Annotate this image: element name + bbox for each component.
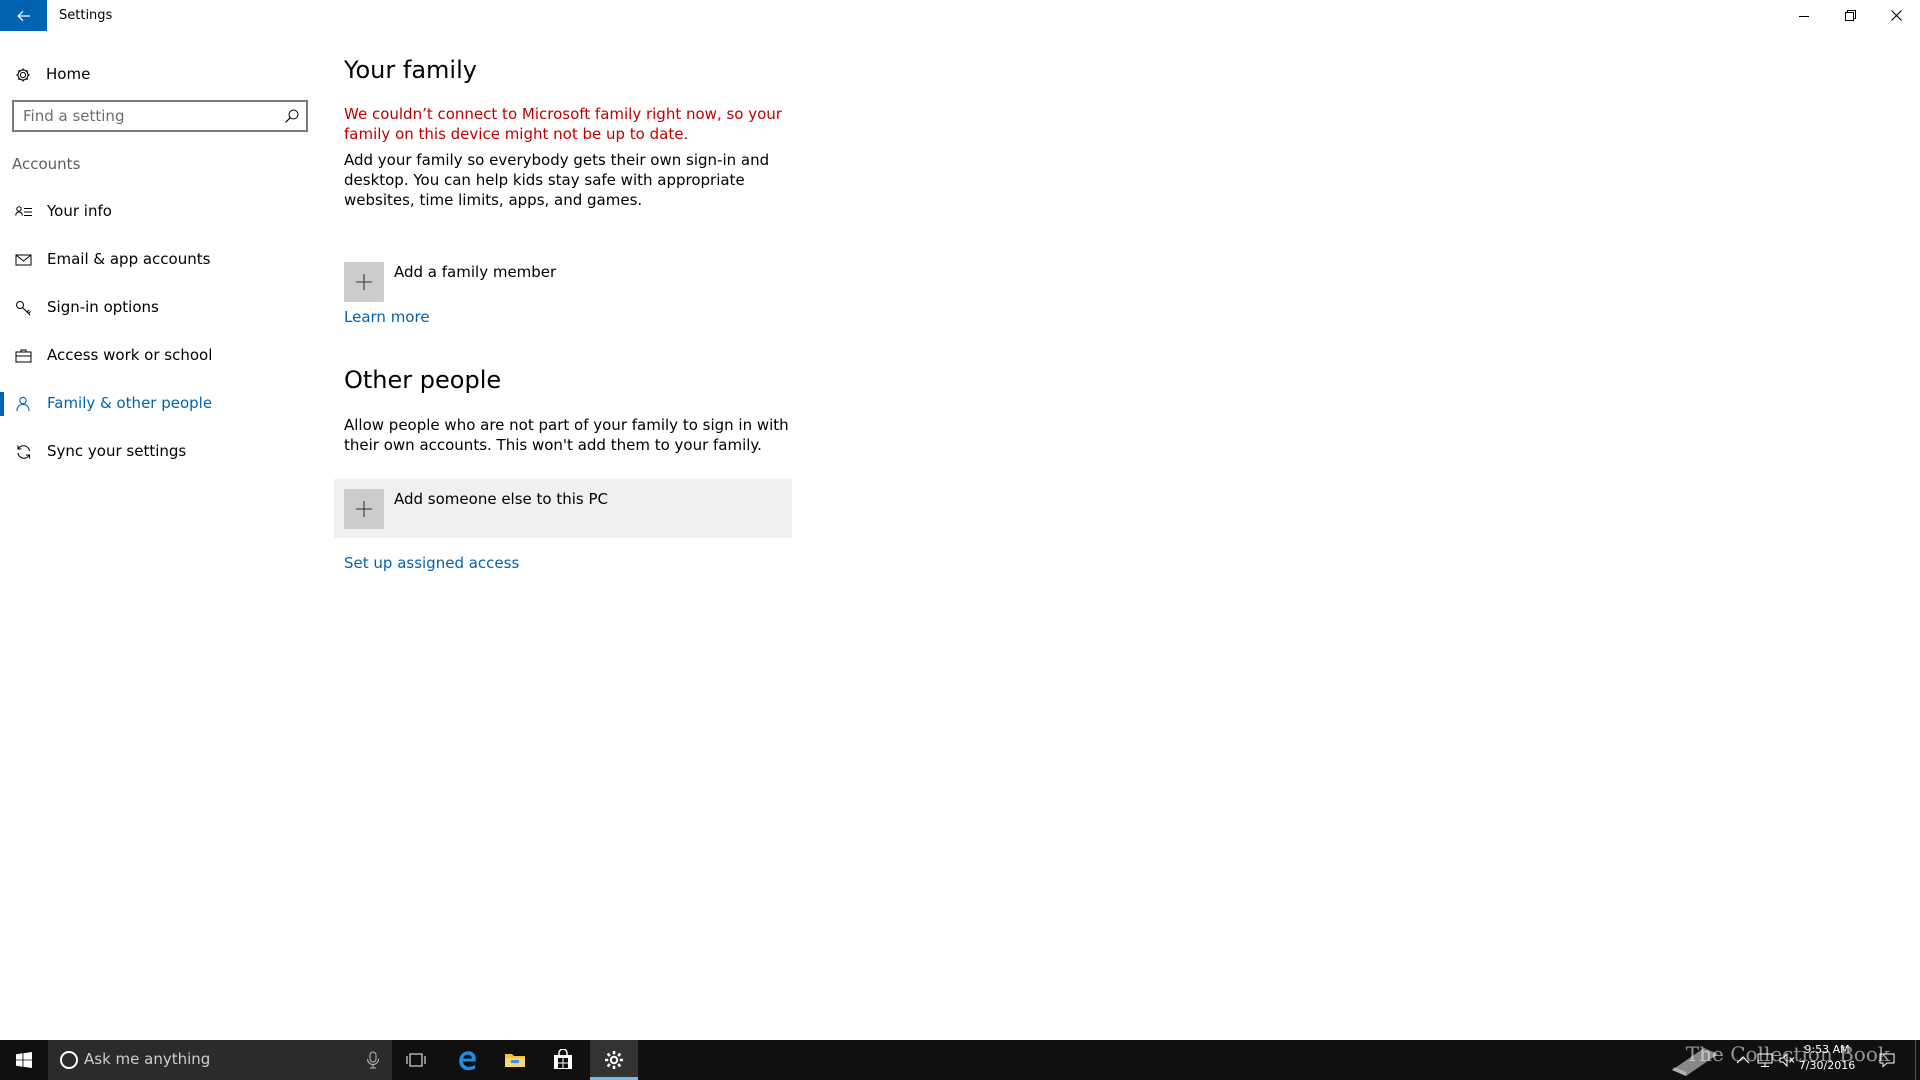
title-bar: Settings bbox=[0, 0, 1920, 39]
sidebar-item-label: Home bbox=[46, 65, 91, 83]
back-arrow-icon bbox=[16, 10, 30, 21]
task-view-button[interactable] bbox=[392, 1040, 440, 1080]
section-label: Accounts bbox=[12, 155, 81, 173]
start-button[interactable] bbox=[0, 1040, 48, 1080]
sidebar-item-email-app-accounts[interactable]: Email & app accounts bbox=[0, 240, 320, 280]
cortana-icon bbox=[60, 1051, 78, 1069]
sidebar-item-family-other-people[interactable]: Family & other people bbox=[0, 384, 320, 424]
windows-logo-icon bbox=[16, 1052, 32, 1068]
cortana-placeholder: Ask me anything bbox=[84, 1050, 211, 1068]
store-bag-icon bbox=[554, 1049, 572, 1069]
other-people-description: Allow people who are not part of your fa… bbox=[344, 416, 789, 454]
taskbar: Ask me anything The Collection Book 9:53… bbox=[0, 1040, 1920, 1080]
task-view-icon bbox=[406, 1053, 426, 1067]
back-button[interactable] bbox=[0, 0, 47, 31]
sidebar-item-sync-settings[interactable]: Sync your settings bbox=[0, 432, 320, 472]
sidebar-item-access-work-school[interactable]: Access work or school bbox=[0, 336, 320, 376]
settings-taskbar-button[interactable] bbox=[590, 1040, 638, 1080]
set-up-assigned-access-link[interactable]: Set up assigned access bbox=[344, 554, 519, 572]
show-desktop-button[interactable] bbox=[1915, 1040, 1916, 1080]
sidebar-item-label: Email & app accounts bbox=[47, 250, 211, 268]
gear-icon bbox=[605, 1051, 623, 1069]
sidebar-item-label: Sign-in options bbox=[47, 298, 159, 316]
action-center-icon[interactable] bbox=[1878, 1050, 1896, 1070]
add-someone-else-button[interactable]: Add someone else to this PC bbox=[334, 479, 792, 538]
sidebar-item-label: Sync your settings bbox=[47, 442, 187, 460]
search-box[interactable] bbox=[12, 100, 308, 132]
clock-date: 7/30/2016 bbox=[1798, 1059, 1856, 1072]
mail-icon bbox=[15, 254, 32, 266]
network-icon[interactable] bbox=[1756, 1050, 1774, 1070]
search-input[interactable] bbox=[14, 102, 276, 130]
main-content: Your family We couldn’t connect to Micro… bbox=[334, 39, 1844, 1040]
clock-time: 9:53 AM bbox=[1804, 1043, 1850, 1056]
learn-more-link[interactable]: Learn more bbox=[344, 308, 430, 326]
sidebar: Home Accounts Your info Email & app ac bbox=[0, 39, 320, 1040]
sidebar-item-label: Family & other people bbox=[47, 394, 213, 412]
your-family-heading: Your family bbox=[344, 56, 477, 84]
folder-icon bbox=[505, 1054, 525, 1067]
add-tile bbox=[344, 262, 384, 302]
gear-icon bbox=[16, 68, 30, 82]
file-explorer-button[interactable] bbox=[491, 1040, 539, 1080]
plus-icon bbox=[356, 274, 372, 290]
family-description: Add your family so everybody gets their … bbox=[344, 151, 770, 209]
close-button[interactable] bbox=[1873, 0, 1919, 31]
family-error-message: We couldn’t connect to Microsoft family … bbox=[344, 105, 782, 143]
selection-indicator bbox=[0, 392, 4, 416]
other-people-heading: Other people bbox=[344, 366, 502, 394]
sync-icon bbox=[17, 445, 31, 459]
cortana-search-box[interactable]: Ask me anything bbox=[48, 1040, 392, 1080]
close-icon bbox=[1890, 10, 1902, 21]
sidebar-item-sign-in-options[interactable]: Sign-in options bbox=[0, 288, 320, 328]
add-family-member-label: Add a family member bbox=[394, 263, 557, 281]
search-icon[interactable] bbox=[284, 108, 300, 124]
add-tile bbox=[344, 489, 384, 529]
minimize-icon bbox=[1799, 15, 1809, 17]
person-icon bbox=[16, 396, 30, 412]
window-title: Settings bbox=[59, 8, 113, 23]
chevron-up-icon[interactable] bbox=[1734, 1050, 1752, 1070]
briefcase-icon bbox=[15, 349, 32, 363]
key-icon bbox=[16, 301, 31, 316]
edge-button[interactable] bbox=[443, 1040, 491, 1080]
system-clock[interactable]: 9:53 AM 7/30/2016 bbox=[1792, 1042, 1862, 1074]
sidebar-item-label: Your info bbox=[47, 202, 112, 220]
sidebar-item-home[interactable]: Home bbox=[0, 55, 320, 95]
restore-icon bbox=[1844, 10, 1856, 21]
restore-button[interactable] bbox=[1827, 0, 1873, 31]
minimize-button[interactable] bbox=[1781, 0, 1827, 31]
store-button[interactable] bbox=[539, 1040, 587, 1080]
sidebar-item-label: Access work or school bbox=[47, 346, 213, 364]
microphone-icon[interactable] bbox=[366, 1050, 380, 1070]
settings-window: Settings Home Find a setting Accounts Yo… bbox=[0, 0, 1920, 1080]
sidebar-item-your-info[interactable]: Your info bbox=[0, 192, 320, 232]
add-someone-else-label: Add someone else to this PC bbox=[394, 490, 609, 508]
person-card-icon bbox=[15, 206, 32, 216]
edge-browser-icon bbox=[459, 1051, 476, 1071]
add-family-member-button[interactable]: Add a family member bbox=[334, 252, 792, 311]
plus-icon bbox=[356, 501, 372, 517]
